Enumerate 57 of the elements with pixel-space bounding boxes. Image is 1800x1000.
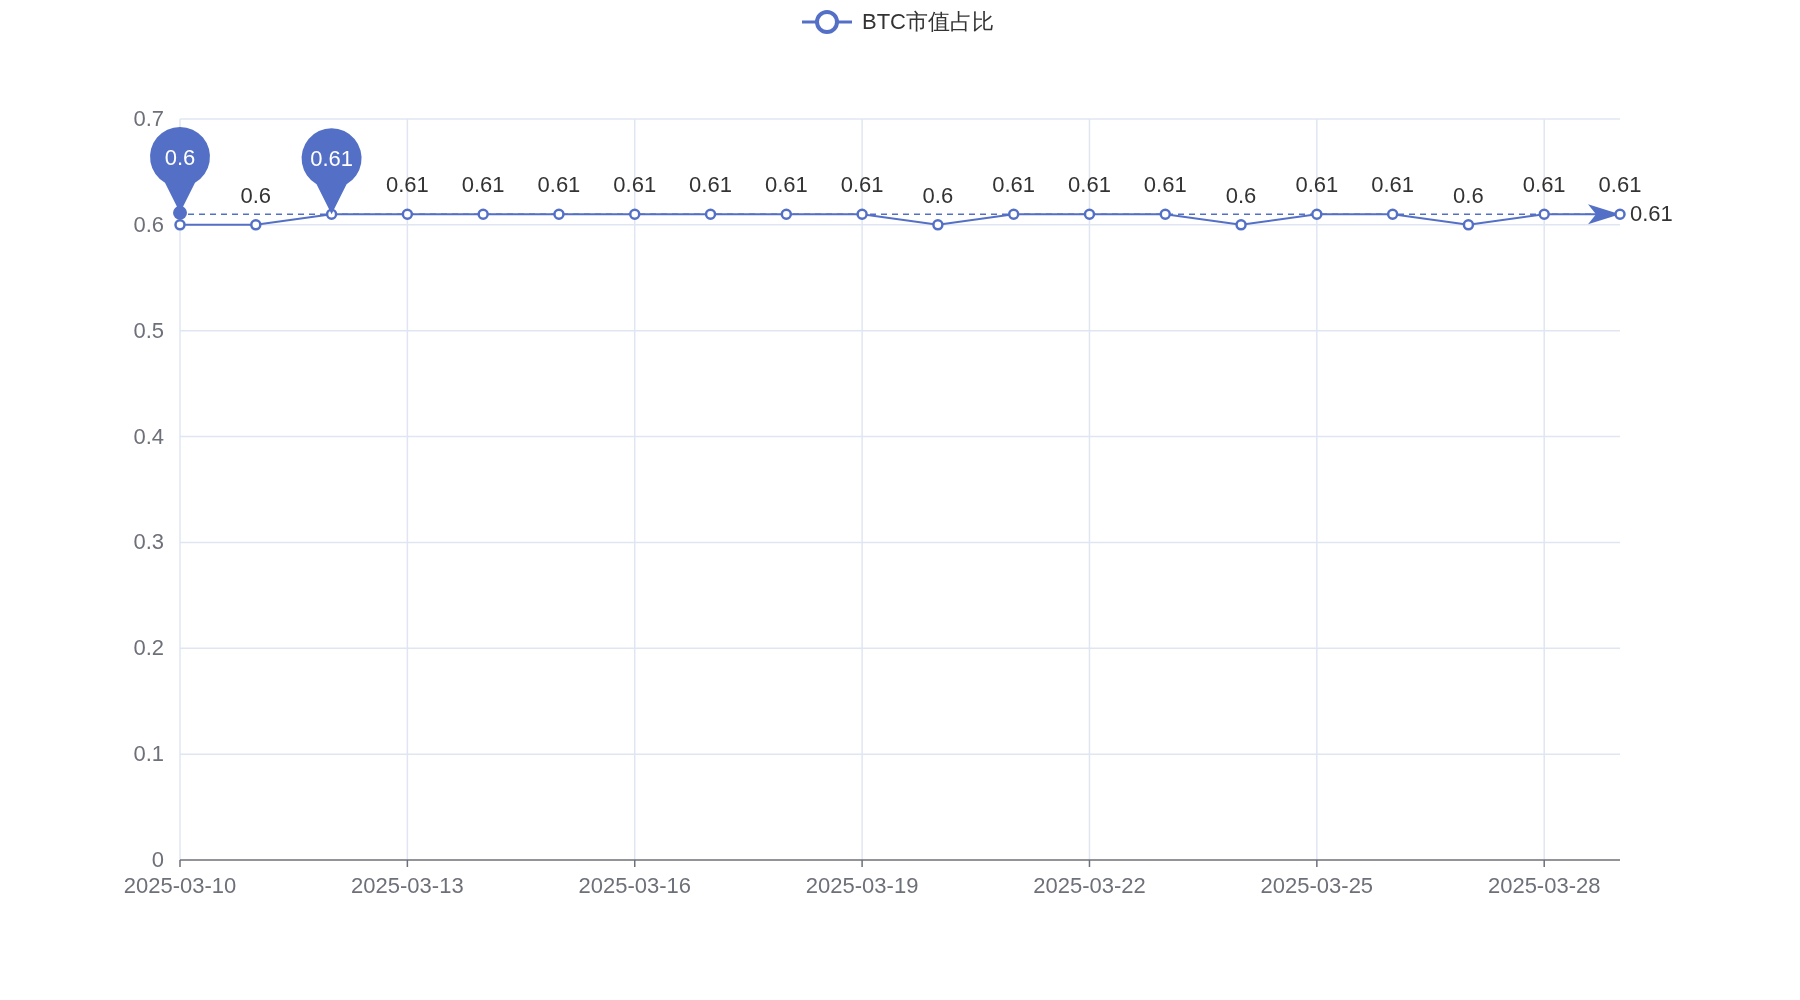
data-point <box>780 208 793 220</box>
data-point <box>1386 208 1399 220</box>
data-label: 0.61 <box>537 172 581 198</box>
data-label: 0.61 <box>992 172 1036 198</box>
data-point <box>1235 219 1247 231</box>
data-label: 0.6 <box>1225 182 1257 208</box>
data-point <box>1007 208 1020 220</box>
data-label: 0.61 <box>840 172 884 198</box>
y-axis-label: 0.2 <box>133 635 164 661</box>
data-point <box>401 208 414 220</box>
pin-label: 0.6 <box>164 144 196 170</box>
y-axis-label: 0.7 <box>133 106 164 131</box>
data-point <box>704 208 717 220</box>
data-label: 0.61 <box>1371 172 1415 198</box>
data-point <box>1311 208 1323 220</box>
y-axis-label: 0.4 <box>133 423 164 449</box>
data-point <box>1462 219 1475 231</box>
pin-label: 0.61 <box>310 146 353 172</box>
y-axis-label: 0 <box>151 847 164 872</box>
x-axis-label: 2025-03-16 <box>578 873 691 898</box>
x-axis-label: 2025-03-25 <box>1260 873 1374 898</box>
data-label: 0.61 <box>613 172 657 198</box>
data-label: 0.61 <box>385 172 429 198</box>
y-axis-label: 0.1 <box>133 741 164 767</box>
data-label: 0.61 <box>764 172 808 198</box>
data-label: 0.61 <box>1295 172 1339 198</box>
x-axis-label: 2025-03-28 <box>1487 873 1601 898</box>
data-label: 0.61 <box>1522 172 1566 198</box>
data-label: 0.61 <box>689 172 732 198</box>
data-label: 0.61 <box>1143 172 1187 198</box>
x-axis-label: 2025-03-22 <box>1033 873 1146 898</box>
data-label: 0.61 <box>1068 172 1111 198</box>
data-point <box>553 208 565 220</box>
legend-label: BTC市值占比 <box>862 9 994 34</box>
y-axis-label: 0.3 <box>133 529 164 555</box>
data-point <box>1159 208 1171 220</box>
y-axis-label: 0.6 <box>133 211 164 237</box>
data-label: 0.61 <box>461 172 505 198</box>
data-label: 0.6 <box>240 182 272 208</box>
data-label: 0.61 <box>1598 172 1642 198</box>
data-point <box>174 219 186 231</box>
average-label: 0.61 <box>1630 201 1673 227</box>
data-point <box>477 208 489 220</box>
data-point <box>629 208 641 220</box>
data-point <box>1083 208 1096 220</box>
legend-icon[interactable] <box>802 10 852 34</box>
x-axis-label: 2025-03-19 <box>805 873 919 898</box>
data-point <box>932 219 944 231</box>
data-label: 0.6 <box>922 182 954 208</box>
y-axis-label: 0.5 <box>133 317 164 343</box>
data-point <box>1538 208 1550 220</box>
x-axis-label: 2025-03-13 <box>351 873 464 898</box>
data-label: 0.6 <box>1453 182 1484 208</box>
x-axis-label: 2025-03-10 <box>123 873 237 898</box>
data-point <box>856 208 868 220</box>
data-point <box>1614 208 1626 220</box>
data-point <box>250 219 262 231</box>
